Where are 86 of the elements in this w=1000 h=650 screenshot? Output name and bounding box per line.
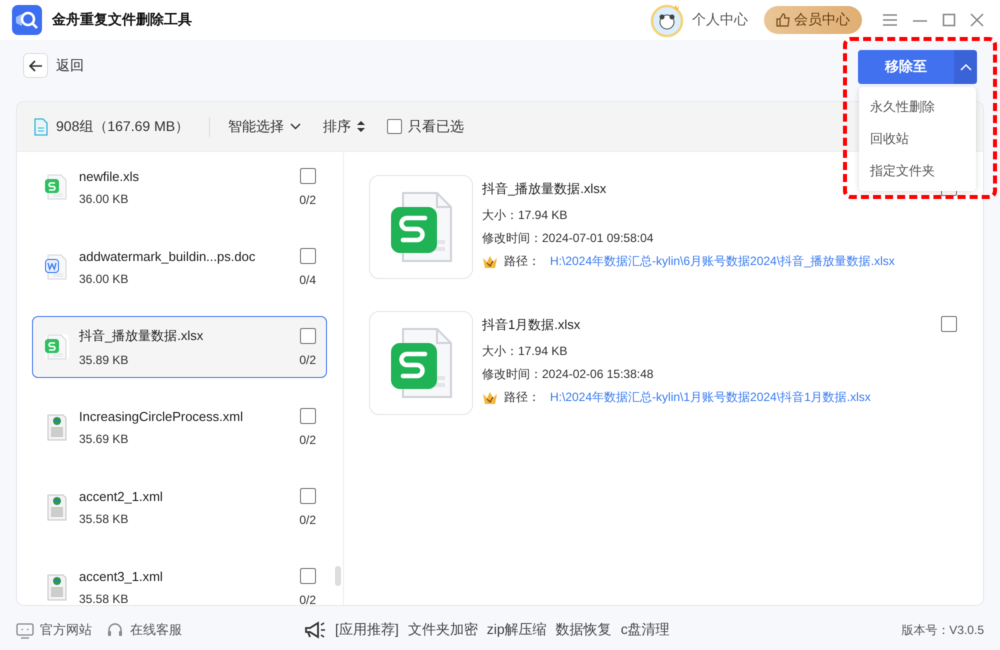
crown-icon [482,254,498,268]
path-label: 路径： [504,253,540,270]
menu-icon[interactable] [882,13,898,27]
group-summary: 908组（167.69 MB） [56,118,190,136]
promo-link[interactable]: zip解压缩 [486,621,547,639]
back-label[interactable]: 返回 [56,56,84,74]
path-label: 路径： [504,389,540,406]
promo-link[interactable]: c盘清理 [620,621,670,639]
menu-item[interactable]: 永久性删除 [859,91,976,123]
footer-link[interactable]: 在线客服 [130,621,182,639]
file-group-item[interactable]: 抖音_播放量数据.xlsx 35.89 KB 0/2 [32,316,327,378]
web-file-icon [45,493,69,521]
file-name: IncreasingCircleProcess.xml [79,408,244,424]
file-name: accent3_1.xml [79,568,164,584]
only-selected-label[interactable]: 只看已选 [408,118,464,136]
promo-link[interactable]: 数据恢复 [556,621,612,639]
menu-item[interactable]: 回收站 [859,123,976,155]
checkbox[interactable] [300,328,316,344]
version-label: 版本号：V3.0.5 [901,622,984,638]
monitor-icon [16,622,34,638]
selection-count: 0/2 [299,352,316,366]
web-file-icon [45,413,69,441]
profile-link[interactable]: 个人中心 [692,11,748,29]
file-name: 抖音1月数据.xlsx [482,316,580,334]
vip-center-button[interactable]: 会员中心 [764,6,862,34]
headset-icon [106,622,124,638]
file-name: addwatermark_buildin...ps.doc [79,248,256,264]
file-size: 36.00 KB [79,272,130,286]
selection-count: 0/2 [299,512,316,526]
file-size: 大小：17.94 KB [482,343,568,360]
move-to-button[interactable]: 移除至 [858,50,954,84]
modified-time: 修改时间：2024-07-01 09:58:04 [482,230,654,247]
megaphone-icon [304,621,326,639]
menu-item[interactable]: 指定文件夹 [859,155,976,187]
checkbox[interactable] [387,119,402,134]
crown-icon [482,390,498,404]
file-group-item[interactable]: IncreasingCircleProcess.xml 35.69 KB 0/2 [32,396,327,458]
sort-arrows-icon[interactable] [357,121,366,132]
app-logo-icon [12,5,42,35]
selection-count: 0/2 [299,432,316,446]
file-size: 35.58 KB [79,592,130,605]
spreadsheet-file-icon [45,174,69,200]
checkbox[interactable] [300,408,316,424]
document-file-icon [45,254,69,280]
selection-count: 0/2 [299,592,316,605]
chevron-down-icon[interactable] [290,123,302,130]
checkbox[interactable] [300,248,316,264]
file-size: 大小：17.94 KB [482,207,568,224]
promo-link[interactable]: [应用推荐] [335,621,399,639]
file-path-link[interactable]: H:\2024年数据汇总-kylin\6月账号数据2024\抖音_播放量数据.xlsx [550,253,895,270]
checkbox[interactable] [300,488,316,504]
back-arrow-icon[interactable] [28,60,42,72]
checkbox[interactable] [300,168,316,184]
thumbs-up-icon [776,13,790,27]
file-group-item[interactable]: accent3_1.xml 35.58 KB 0/2 [32,556,327,605]
spreadsheet-file-icon [45,334,69,360]
selection-count: 0/2 [299,192,316,206]
file-group-item[interactable]: addwatermark_buildin...ps.doc 36.00 KB 0/4 [32,236,327,298]
selection-count: 0/4 [299,272,316,286]
file-size: 35.89 KB [79,353,130,367]
file-path-link[interactable]: H:\2024年数据汇总-kylin\1月账号数据2024\抖音1月数据.xlsx [550,389,871,406]
file-icon [34,118,48,136]
app-title: 金舟重复文件删除工具 [52,11,192,29]
promo-link[interactable]: 文件夹加密 [408,621,478,639]
back-button[interactable] [23,53,48,78]
smart-select-dropdown[interactable]: 智能选择 [228,118,302,136]
maximize-icon[interactable] [942,13,956,27]
sort-button[interactable]: 排序 [323,118,366,136]
file-name: 抖音_播放量数据.xlsx [79,327,204,345]
file-name: 抖音_播放量数据.xlsx [482,180,606,198]
file-group-item[interactable]: accent2_1.xml 35.58 KB 0/2 [32,476,327,538]
file-group-item[interactable]: newfile.xls 36.00 KB 0/2 [32,156,327,218]
avatar-icon [650,3,684,37]
file-size: 35.69 KB [79,432,130,446]
web-file-icon [45,573,69,601]
caret-icon[interactable] [954,50,977,84]
checkbox[interactable] [300,568,316,584]
close-icon[interactable] [970,13,984,27]
scrollbar-thumb[interactable] [335,566,341,586]
file-size: 36.00 KB [79,192,130,206]
file-size: 35.58 KB [79,512,130,526]
file-name: accent2_1.xml [79,488,164,504]
file-name: newfile.xls [79,168,140,184]
checkbox[interactable] [941,316,957,332]
modified-time: 修改时间：2024-02-06 15:38:48 [482,366,654,383]
footer-link[interactable]: 官方网站 [40,621,92,639]
